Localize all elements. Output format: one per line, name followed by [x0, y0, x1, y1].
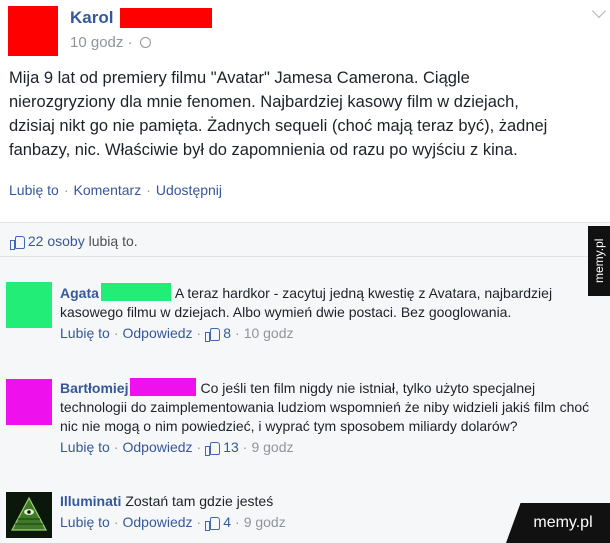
illuminati-pyramid-icon [6, 492, 52, 538]
thumbs-up-icon [205, 441, 221, 456]
comment-time[interactable]: 9 godz [251, 439, 293, 455]
like-link[interactable]: Lubię to [9, 182, 59, 198]
comment-author[interactable]: Illuminati [60, 493, 121, 509]
comment-text: Zostań tam gdzie jesteś [125, 493, 274, 509]
comment-reply-link[interactable]: Odpowiedz [123, 325, 193, 341]
action-separator: · [146, 182, 151, 198]
comment-reply-link[interactable]: Odpowiedz [123, 439, 193, 455]
comments-section: Agata A teraz hardkor - zacytuj jedną kwe… [0, 257, 610, 543]
likes-suffix: lubią to. [88, 233, 138, 249]
globe-icon [139, 37, 151, 48]
comment-time[interactable]: 9 godz [244, 514, 286, 530]
comment-body: Bartłomiej Co jeśli ten film nigdy nie is… [60, 378, 590, 457]
action-separator: · [113, 514, 119, 530]
post-author[interactable]: Karol [70, 8, 113, 28]
comment-like-link[interactable]: Lubię to [60, 439, 110, 455]
author-avatar[interactable] [8, 6, 58, 56]
action-separator: · [196, 439, 202, 455]
name-redaction [100, 283, 171, 301]
post-text: Mija 9 lat od premiery filmu "Avatar" Ja… [9, 69, 548, 159]
likes-bar: 22 osoby lubią to. [0, 222, 610, 257]
name-redaction [130, 378, 197, 396]
action-separator: · [196, 514, 202, 530]
post-card: Karol 10 godz · Mija 9 lat od premiery f… [0, 0, 610, 222]
post-actions: Lubię to · Komentarz · Udostępnij [9, 182, 222, 198]
comment-like-link[interactable]: Lubię to [60, 325, 110, 341]
comment-actions: Lubię to · Odpowiedz · 13 · 9 godz [60, 438, 590, 457]
post-meta: 10 godz · [70, 34, 151, 51]
comment-body: Illuminati Zostań tam gdzie jesteś Lubię… [60, 492, 590, 532]
action-separator: · [235, 514, 240, 530]
thumbs-up-icon [10, 235, 25, 250]
comment-link[interactable]: Komentarz [74, 182, 142, 198]
thumbs-up-icon [205, 327, 221, 342]
share-link[interactable]: Udostępnij [156, 182, 222, 198]
commenter-avatar[interactable] [6, 379, 52, 425]
action-separator: · [63, 182, 69, 198]
meta-separator: · [127, 34, 133, 51]
comment-body: Agata A teraz hardkor - zacytuj jedną kwe… [60, 283, 590, 343]
comment-reply-link[interactable]: Odpowiedz [123, 514, 193, 530]
comment-like-count[interactable]: 8 [223, 325, 231, 341]
commenter-avatar[interactable] [6, 492, 52, 538]
post-time[interactable]: 10 godz [70, 34, 123, 51]
watermark-side: memy.pl [588, 226, 610, 296]
name-redaction [120, 8, 212, 28]
thumbs-up-icon [205, 516, 221, 531]
action-separator: · [242, 439, 248, 455]
action-separator: · [196, 325, 202, 341]
chevron-down-icon[interactable] [591, 3, 607, 19]
comment-like-count[interactable]: 13 [223, 439, 239, 455]
comment-actions: Lubię to · Odpowiedz · 4 · 9 godz [60, 513, 590, 532]
comment-like-link[interactable]: Lubię to [60, 514, 110, 530]
action-separator: · [235, 325, 240, 341]
comment-actions: Lubię to · Odpowiedz · 8 · 10 godz [60, 324, 590, 343]
commenter-avatar[interactable] [6, 282, 52, 328]
action-separator: · [113, 325, 119, 341]
action-separator: · [113, 439, 119, 455]
likes-count[interactable]: 22 osoby [28, 233, 85, 249]
likes-summary: 22 osoby lubią to. [10, 233, 138, 250]
comment-like-count[interactable]: 4 [223, 514, 231, 530]
comment-author[interactable]: Agata [60, 285, 99, 301]
comment-time[interactable]: 10 godz [244, 325, 294, 341]
comment-author[interactable]: Bartłomiej [60, 380, 128, 396]
watermark-bottom: memy.pl [506, 503, 610, 543]
